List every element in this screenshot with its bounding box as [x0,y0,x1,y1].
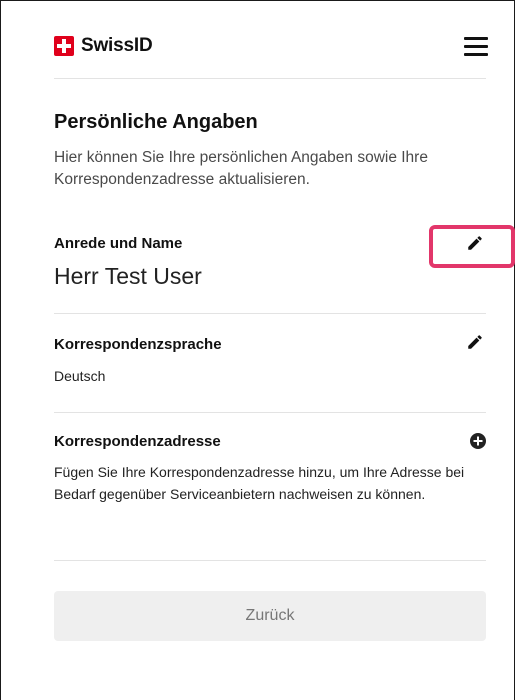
divider [54,412,486,413]
language-value: Deutsch [54,368,106,384]
app-frame: SwissID Persönliche Angaben Hier können … [0,0,515,700]
name-section-label: Anrede und Name [54,235,183,252]
swiss-cross-logo-icon [54,36,74,56]
divider [54,313,486,314]
language-section-label: Korrespondenzsprache [54,336,222,353]
page-intro: Hier können Sie Ihre persönlichen Angabe… [54,149,428,188]
back-button[interactable]: Zurück [54,591,486,641]
name-value: Herr Test User [54,263,202,289]
main-content: SwissID Persönliche Angaben Hier können … [54,1,488,641]
page-title: Persönliche Angaben [54,111,258,133]
top-bar: SwissID [54,1,488,79]
brand-name: SwissID [81,35,153,56]
address-section-label: Korrespondenzadresse [54,433,221,450]
hamburger-menu-icon[interactable] [464,37,488,56]
divider [54,560,486,561]
swissid-logo[interactable]: SwissID [54,35,153,57]
address-description: Fügen Sie Ihre Korrespondenzadresse hinz… [54,464,465,502]
edit-highlight-box [429,225,515,268]
plus-circle-icon[interactable] [470,433,486,449]
pencil-edit-icon[interactable] [466,333,484,351]
